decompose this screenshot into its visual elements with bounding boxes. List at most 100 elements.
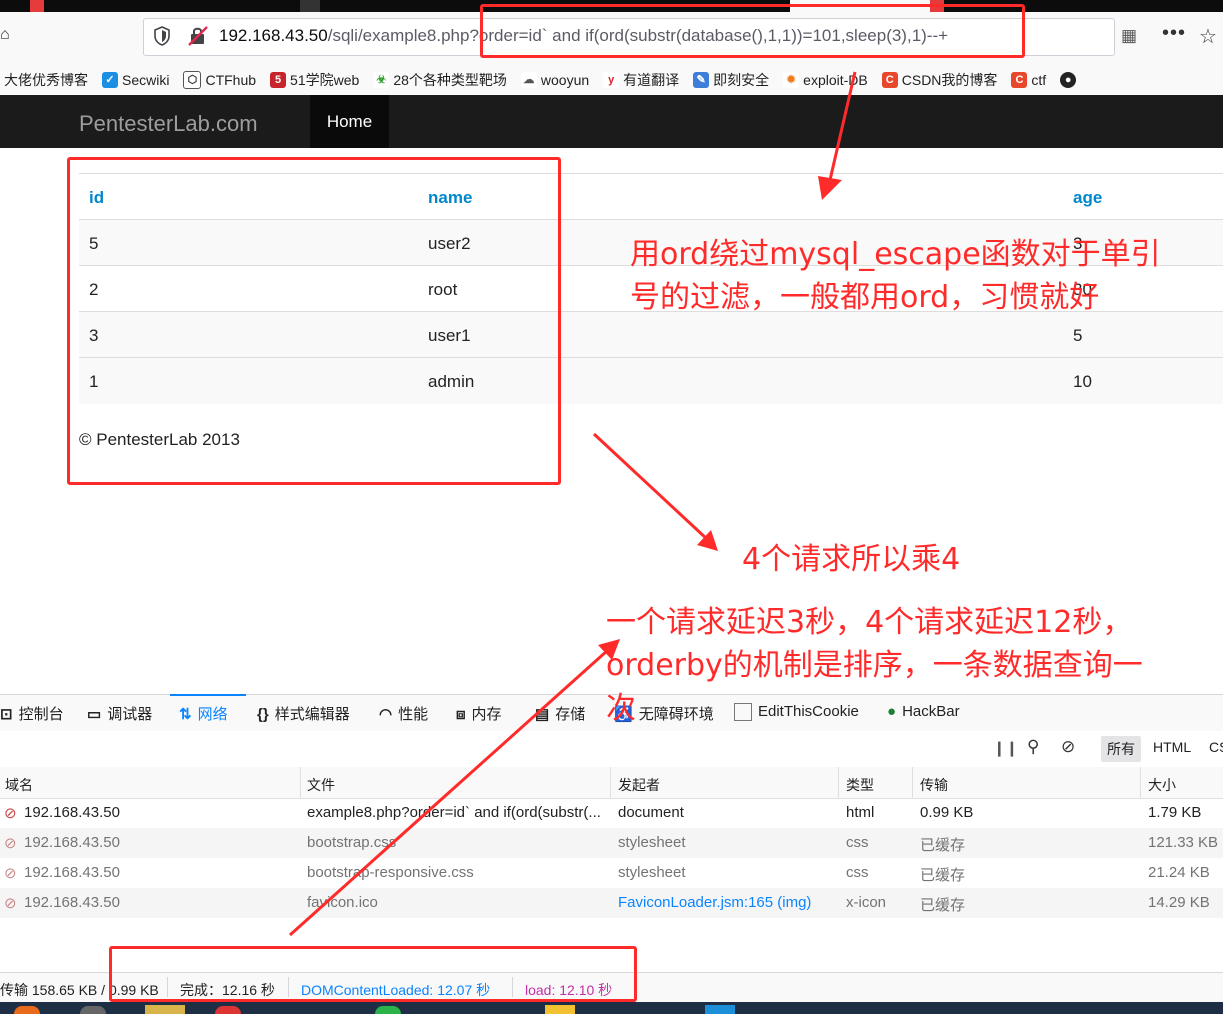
taskbar-app-icon[interactable] [545,1005,575,1014]
csdn-icon: C [1011,72,1028,88]
pause-icon[interactable]: ❙❙ [993,739,1018,757]
bookmark-item[interactable]: ✓ Secwiki [102,72,169,88]
bookmark-label: CSDN我的博客 [901,72,998,88]
tab-label: 样式编辑器 [274,706,350,723]
site-brand[interactable]: PentesterLab.com [79,111,258,137]
request-initiator: document [618,804,684,821]
shield-icon[interactable] [153,26,171,46]
column-divider[interactable] [300,767,301,798]
url-host: 192.168.43.50 [219,26,328,45]
annotation-3-line-1: 一个请求延迟3秒，4个请求延迟12秒， [606,605,1133,640]
request-transfer: 已缓存 [920,837,966,854]
request-initiator[interactable]: FaviconLoader.jsm:165 (img) [618,894,811,911]
tab-performance[interactable]: ◠ 性能 [379,703,428,724]
tab-fragment[interactable] [30,0,44,12]
filter-html-button[interactable]: HTML [1153,739,1191,755]
request-file: favicon.ico [307,894,378,911]
bookmark-label: CTFhub [205,72,257,88]
filter-cs-button[interactable]: CS [1209,739,1223,755]
bookmark-item[interactable]: ✎ 即刻安全 [693,70,769,90]
request-row[interactable]: ⊘ 192.168.43.50 example8.php?order=id` a… [0,798,1223,828]
debugger-icon: ▭ [87,706,102,723]
bookmark-item[interactable]: Cctf [1011,72,1046,88]
request-size: 121.33 KB [1148,834,1219,851]
col-initiator[interactable]: 发起者 [618,775,660,795]
col-size[interactable]: 大小 [1148,775,1176,795]
tab-label: 存储 [555,706,586,723]
taskbar-app-icon[interactable] [80,1006,106,1014]
tab-network[interactable]: ⇅ 网络 [179,703,228,724]
tab-label: 控制台 [18,706,64,723]
home-icon[interactable]: ⌂ [0,26,10,44]
request-file: example8.php?order=id` and if(ord(substr… [307,804,601,821]
request-row[interactable]: ⊘ 192.168.43.50 bootstrap-responsive.css… [0,858,1223,888]
tab-debugger[interactable]: ▭ 调试器 [87,703,152,724]
tab-storage[interactable]: ▤ 存储 [535,703,585,724]
bookmark-label: 有道翻译 [623,72,680,88]
tab-hackbar[interactable]: ● HackBar [887,703,960,720]
bookmark-item[interactable]: C CSDN我的博客 [881,70,998,90]
column-divider[interactable] [912,767,913,798]
tab-editthiscookie[interactable]: EditThisCookie [734,703,859,722]
network-icon: ⇅ [179,706,192,723]
annotation-1-line-1: 用ord绕过mysql_escape函数对于单引 [630,237,1161,272]
insecure-icon: ⊘ [4,805,17,822]
request-row[interactable]: ⊘ 192.168.43.50 favicon.ico FaviconLoade… [0,888,1223,918]
col-type[interactable]: 类型 [846,775,874,795]
tab-label: 调试器 [107,706,153,723]
os-taskbar [0,1002,1223,1014]
bookmark-item[interactable]: ● [1060,72,1080,88]
filter-all-button[interactable]: 所有 [1101,736,1141,762]
request-type: x-icon [846,894,887,911]
github-icon: ● [1060,72,1077,88]
bookmark-item[interactable]: ⬡ CTFhub [183,71,256,89]
more-actions-icon[interactable]: ••• [1162,22,1186,45]
request-file: bootstrap.css [307,834,397,851]
tab-style-editor[interactable]: {} 样式编辑器 [257,703,350,724]
bookmark-item[interactable]: 5 51学院web [270,70,359,90]
column-divider[interactable] [1140,767,1141,798]
star-icon[interactable]: ☆ [1199,24,1217,49]
request-transfer: 0.99 KB [920,804,974,821]
taskbar-app-icon[interactable] [215,1006,241,1014]
column-divider[interactable] [610,767,611,798]
bookmark-item[interactable]: ✹ exploit-DB [783,72,868,88]
tab-fragment[interactable] [300,0,320,12]
taskbar-app-icon[interactable] [375,1006,401,1014]
clear-icon[interactable]: ⊘ [1061,737,1075,757]
secwiki-icon: ✓ [102,72,118,88]
bookmark-label: 28个各种类型靶场 [393,72,507,88]
storage-icon: ▤ [535,706,550,723]
request-size: 14.29 KB [1148,894,1210,911]
taskbar-app-icon[interactable] [14,1006,40,1014]
col-file[interactable]: 文件 [307,775,335,795]
bookmarks-bar: 大佬优秀博客 ✓ Secwiki ⬡ CTFhub 5 51学院web ☣ 28个各种类… [0,65,1223,96]
bookmark-item[interactable]: 大佬优秀博客 [4,70,88,90]
request-file: bootstrap-responsive.css [307,864,474,881]
insecure-icon: ⊘ [4,865,17,882]
insecure-lock-icon[interactable] [187,26,209,46]
bookmark-label: 大佬优秀博客 [4,72,88,88]
request-transfer: 已缓存 [920,867,966,884]
taskbar-app-icon[interactable] [705,1005,735,1014]
tab-label: EditThisCookie [758,703,859,720]
annotation-3-line-2: orderby的机制是排序，一条数据查询一 [606,648,1143,683]
column-divider[interactable] [838,767,839,798]
bookmark-item[interactable]: y 有道翻译 [603,70,679,90]
nav-home[interactable]: Home [310,95,389,148]
tab-console[interactable]: ⊡ 控制台 [0,703,64,724]
col-domain[interactable]: 域名 [5,775,33,795]
col-transfer[interactable]: 传输 [920,775,948,795]
taskbar-app-icon[interactable] [145,1005,185,1014]
tab-label: 性能 [398,706,429,723]
bookmark-label: exploit-DB [803,72,868,88]
request-row[interactable]: ⊘ 192.168.43.50 bootstrap.css stylesheet… [0,828,1223,858]
exploit-db-icon: ✹ [783,72,800,88]
bookmark-item[interactable]: ☣ 28个各种类型靶场 [373,70,507,90]
bookmark-item[interactable]: ☁ wooyun [520,72,589,88]
search-icon[interactable]: ⚲ [1027,737,1039,757]
gauge-icon: ◠ [379,706,393,723]
tab-memory[interactable]: ⧈ 内存 [456,703,502,724]
header-age[interactable]: age [1073,188,1102,208]
qr-code-icon[interactable]: ▦ [1121,26,1137,46]
